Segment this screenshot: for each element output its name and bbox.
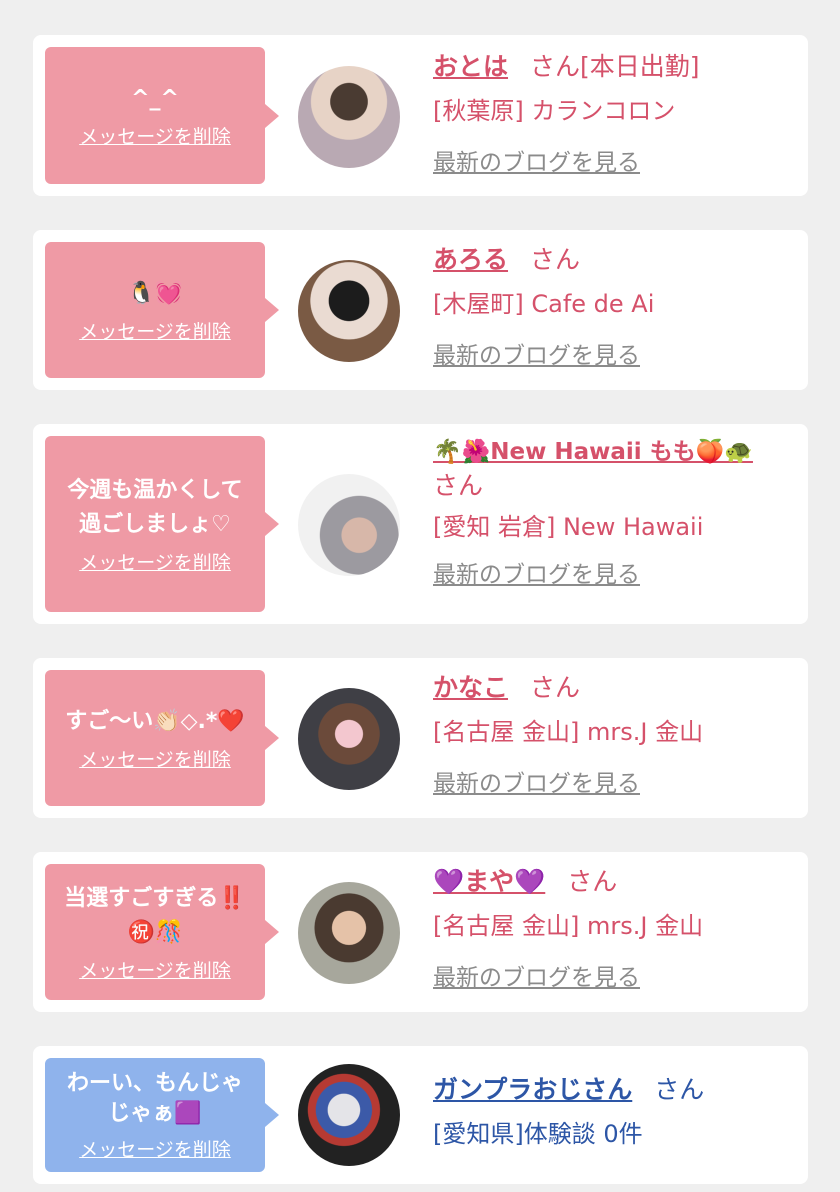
message-card: 今週も温かくして 過ごしましょ♡ メッセージを削除 🌴🌺New Hawaii も… xyxy=(33,424,808,624)
profile-name-link[interactable]: 💜まや💜 xyxy=(433,867,545,896)
profile-name-link[interactable]: あろる xyxy=(433,245,508,274)
avatar[interactable] xyxy=(298,688,400,790)
delete-message-link[interactable]: メッセージを削除 xyxy=(79,122,231,149)
profile-info: 💜まや💜 さん [名古屋 金山] mrs.J 金山 最新のブログを見る xyxy=(433,862,788,992)
profile-name-link[interactable]: 🌴🌺New Hawaii もも🍑🐢 xyxy=(433,439,753,465)
latest-blog-link[interactable]: 最新のブログを見る xyxy=(433,958,640,992)
profile-name-link[interactable]: ガンプラおじさん xyxy=(433,1075,632,1104)
shop-label: [名古屋 金山] mrs.J 金山 xyxy=(433,718,704,746)
delete-message-link[interactable]: メッセージを削除 xyxy=(79,548,231,575)
profile-info: ガンプラおじさん さん [愛知県]体験談 0件 xyxy=(433,1070,788,1154)
profile-info: かなこ さん [名古屋 金山] mrs.J 金山 最新のブログを見る xyxy=(433,668,788,798)
latest-blog-link[interactable]: 最新のブログを見る xyxy=(433,336,640,370)
message-bubble: 今週も温かくして 過ごしましょ♡ メッセージを削除 xyxy=(45,436,279,612)
honorific: さん xyxy=(530,245,581,274)
profile-info: 🌴🌺New Hawaii もも🍑🐢 さん [愛知 岩倉] New Hawaii … xyxy=(433,434,788,589)
delete-message-link[interactable]: メッセージを削除 xyxy=(79,1135,231,1162)
avatar[interactable] xyxy=(298,260,400,362)
shop-label: [木屋町] Cafe de Ai xyxy=(433,290,655,318)
message-card: ^_^ メッセージを削除 おとは さん[本日出勤] [秋葉原] カランコロン 最新… xyxy=(33,35,808,196)
avatar[interactable] xyxy=(298,882,400,984)
message-text: 🐧💓 xyxy=(127,280,183,306)
message-bubble: すご〜い👏🏻◇.*❤️ メッセージを削除 xyxy=(45,670,279,806)
message-text: すご〜い👏🏻◇.*❤️ xyxy=(65,708,245,734)
message-list: ^_^ メッセージを削除 おとは さん[本日出勤] [秋葉原] カランコロン 最新… xyxy=(0,0,840,1192)
message-card: 当選すごすぎる‼️ ㊗️🎊 メッセージを削除 💜まや💜 さん [名古屋 金山] m… xyxy=(33,852,808,1012)
shop-label: [名古屋 金山] mrs.J 金山 xyxy=(433,912,704,940)
message-card: わーい、もんじゃ じゃぁ🟪 メッセージを削除 ガンプラおじさん さん [愛知県]体… xyxy=(33,1046,808,1184)
profile-info: あろる さん [木屋町] Cafe de Ai 最新のブログを見る xyxy=(433,240,788,370)
honorific: さん[本日出勤] xyxy=(530,52,700,81)
latest-blog-link[interactable]: 最新のブログを見る xyxy=(433,143,640,177)
delete-message-link[interactable]: メッセージを削除 xyxy=(79,956,231,983)
avatar[interactable] xyxy=(298,66,400,168)
profile-info: おとは さん[本日出勤] [秋葉原] カランコロン 最新のブログを見る xyxy=(433,47,788,177)
message-bubble: わーい、もんじゃ じゃぁ🟪 メッセージを削除 xyxy=(45,1058,279,1172)
delete-message-link[interactable]: メッセージを削除 xyxy=(79,745,231,772)
message-text: わーい、もんじゃ じゃぁ🟪 xyxy=(66,1070,243,1126)
message-bubble: 🐧💓 メッセージを削除 xyxy=(45,242,279,378)
avatar[interactable] xyxy=(298,1064,400,1166)
message-card: 🐧💓 メッセージを削除 あろる さん [木屋町] Cafe de Ai 最新のブロ… xyxy=(33,230,808,390)
message-text: 当選すごすぎる‼️ ㊗️🎊 xyxy=(64,885,246,945)
message-bubble: ^_^ メッセージを削除 xyxy=(45,47,279,184)
shop-label: [愛知 岩倉] New Hawaii xyxy=(433,513,704,541)
message-bubble: 当選すごすぎる‼️ ㊗️🎊 メッセージを削除 xyxy=(45,864,279,1000)
profile-name-link[interactable]: おとは xyxy=(433,52,508,81)
latest-blog-link[interactable]: 最新のブログを見る xyxy=(433,764,640,798)
message-text: 今週も温かくして 過ごしましょ♡ xyxy=(67,477,243,537)
shop-label: [愛知県]体験談 0件 xyxy=(433,1120,643,1148)
avatar[interactable] xyxy=(298,474,400,576)
delete-message-link[interactable]: メッセージを削除 xyxy=(79,317,231,344)
message-text: ^_^ xyxy=(131,86,179,111)
message-card: すご〜い👏🏻◇.*❤️ メッセージを削除 かなこ さん [名古屋 金山] mrs.… xyxy=(33,658,808,818)
latest-blog-link[interactable]: 最新のブログを見る xyxy=(433,555,640,589)
shop-label: [秋葉原] カランコロン xyxy=(433,97,676,125)
profile-name-link[interactable]: かなこ xyxy=(433,673,508,702)
honorific: さん xyxy=(654,1075,705,1104)
honorific: さん xyxy=(530,673,581,702)
honorific: さん xyxy=(433,471,484,500)
honorific: さん xyxy=(567,867,618,896)
